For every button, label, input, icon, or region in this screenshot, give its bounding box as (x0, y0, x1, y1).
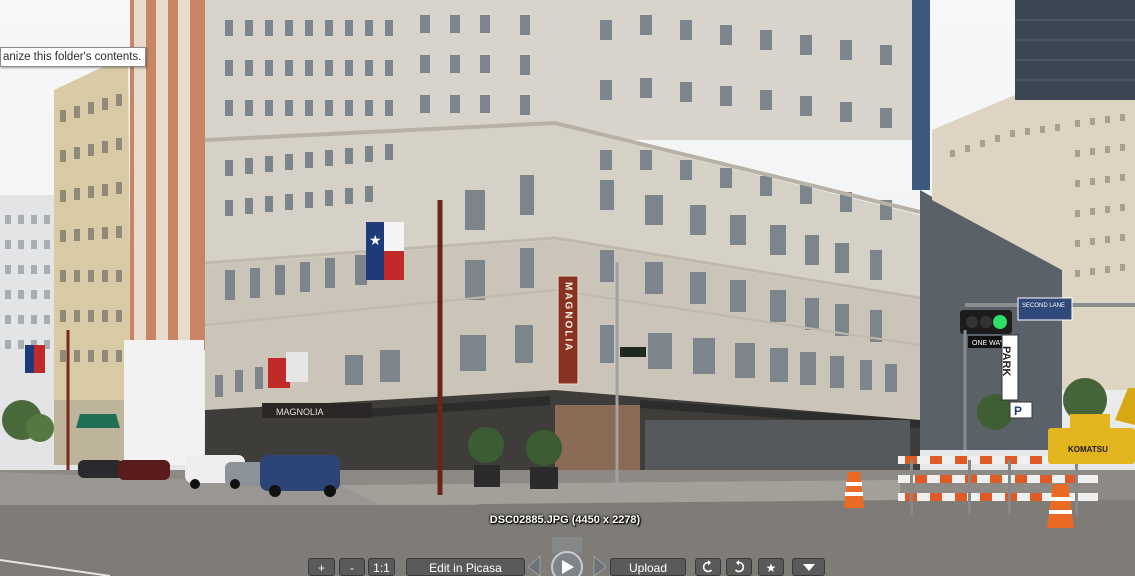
zoom-out-button[interactable]: - (339, 558, 365, 576)
svg-text:MAGNOLIA: MAGNOLIA (563, 282, 574, 352)
glass-tower (1015, 0, 1135, 100)
more-options-button[interactable] (792, 558, 825, 576)
zoom-in-button[interactable]: + (308, 558, 335, 576)
actual-size-button[interactable]: 1:1 (368, 558, 395, 576)
street-photo: MAGNOLIA MAGNOLIA ★ SECOND LANE ONE WAY … (0, 0, 1135, 576)
image-caption: DSC02885.JPG (4450 x 2278) (489, 514, 641, 526)
tooltip: anize this folder's contents. (0, 47, 147, 67)
photo-viewport: MAGNOLIA MAGNOLIA ★ SECOND LANE ONE WAY … (0, 0, 1135, 576)
svg-text:SECOND LANE: SECOND LANE (1022, 303, 1065, 309)
rotate-left-icon (702, 560, 713, 573)
svg-text:P: P (1014, 404, 1022, 418)
edit-label: Edit in Picasa (429, 561, 502, 575)
zoom-out-label: - (350, 561, 354, 575)
star-button[interactable]: ★ (758, 558, 784, 576)
rotate-right-button[interactable] (726, 558, 752, 576)
star-icon: ★ (765, 561, 777, 575)
white-podium (124, 340, 204, 465)
next-arrow-icon[interactable] (593, 554, 606, 576)
svg-text:KOMATSU: KOMATSU (1068, 445, 1108, 454)
awning-sign: MAGNOLIA (276, 407, 324, 417)
dropdown-arrow-icon (802, 564, 815, 571)
upload-label: Upload (628, 561, 668, 575)
street-sign (1017, 297, 1073, 321)
edit-in-picasa-button[interactable]: Edit in Picasa (406, 558, 525, 576)
rotate-right-icon (734, 560, 745, 573)
upload-button[interactable]: Upload (610, 558, 686, 576)
slideshow-navigator (528, 537, 606, 576)
svg-text:PARK: PARK (1000, 346, 1012, 376)
rotate-left-button[interactable] (695, 558, 721, 576)
prev-arrow-icon[interactable] (528, 554, 541, 576)
svg-text:★: ★ (369, 232, 382, 248)
zoom-in-label: + (317, 561, 325, 575)
actual-size-label: 1:1 (373, 561, 390, 575)
